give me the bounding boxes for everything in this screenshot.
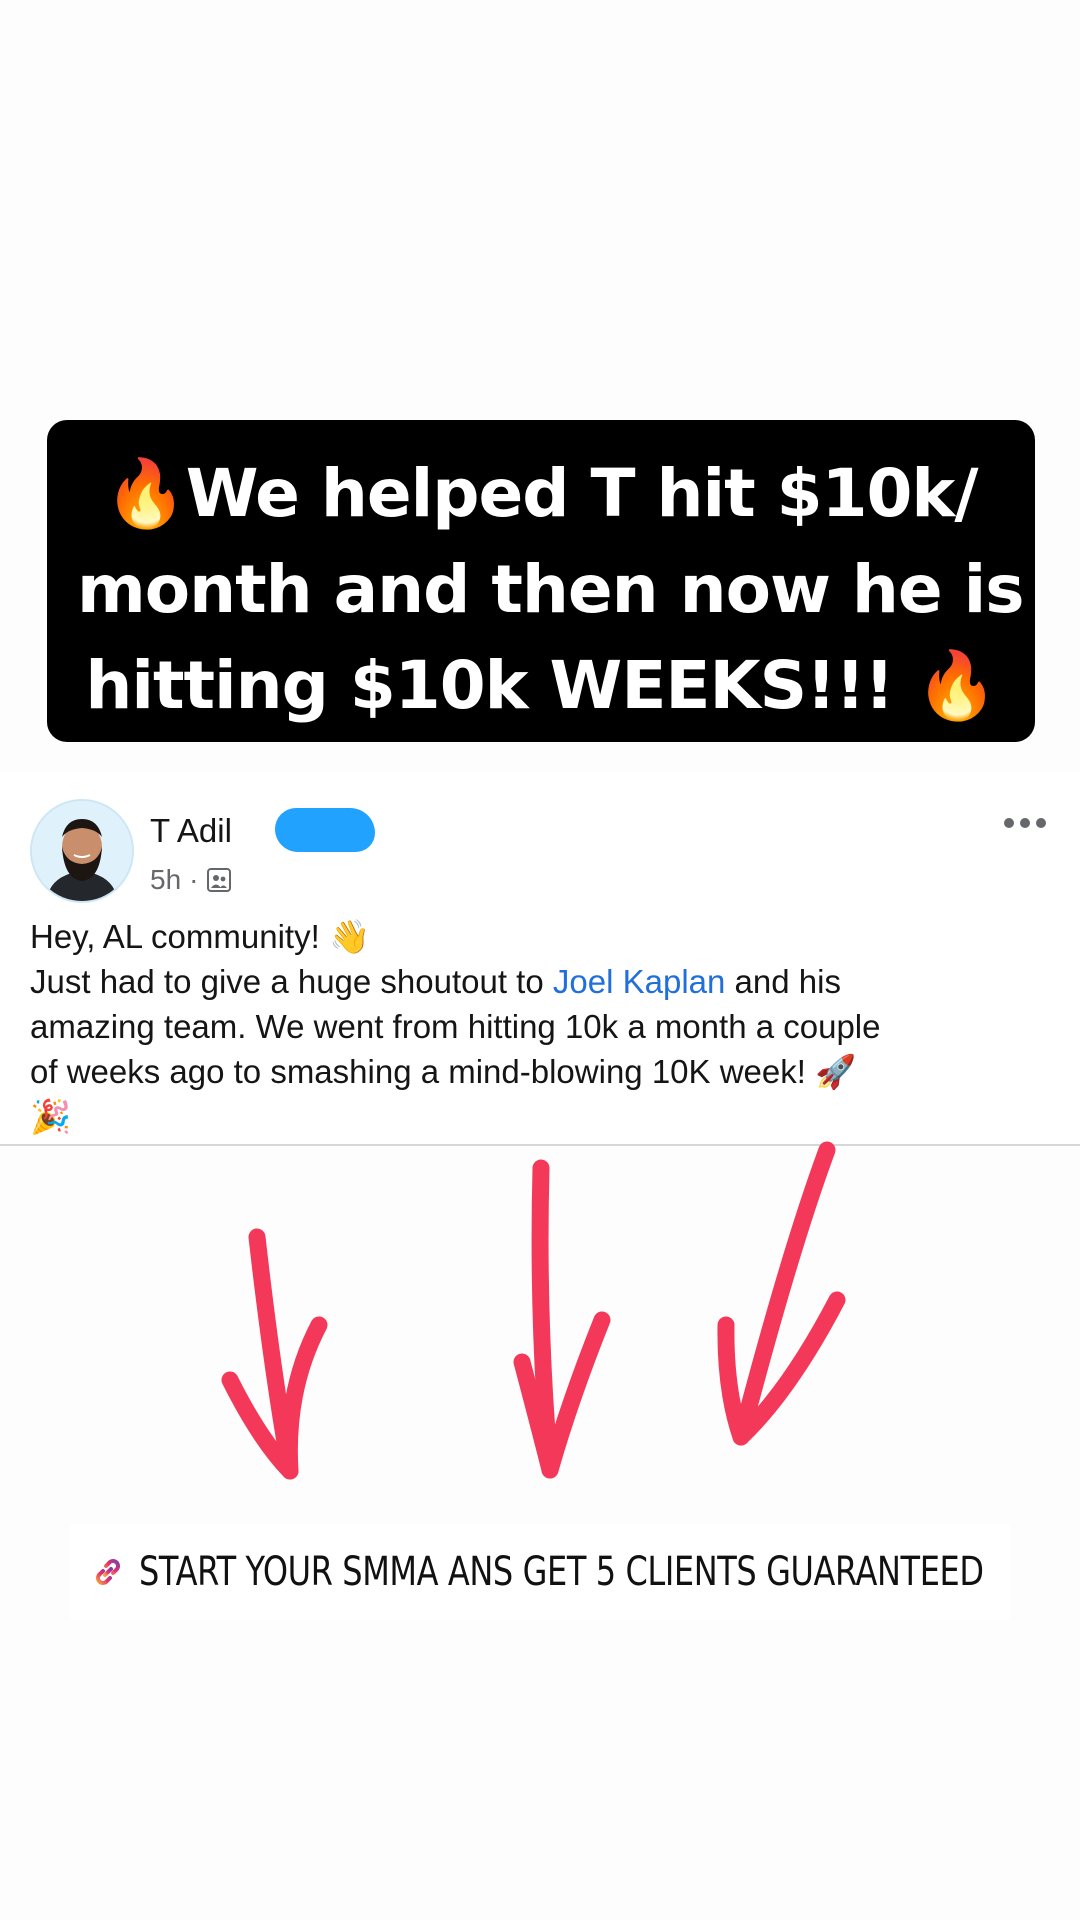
shoutout-text-end: and his <box>725 963 841 1000</box>
author-name[interactable]: T Adil <box>150 812 232 850</box>
post-line-3: amazing team. We went from hitting 10k a… <box>30 1008 881 1045</box>
meta-separator: · <box>189 864 199 895</box>
fire-icon: 🔥 <box>915 647 997 724</box>
group-icon[interactable] <box>206 867 232 893</box>
post-line-2: Just had to give a huge shoutout to Joel… <box>30 959 1060 1004</box>
post-line-4-text: of weeks ago to smashing a mind-blowing … <box>30 1053 806 1090</box>
redaction-scribble <box>275 808 375 852</box>
post-line-1: Hey, AL community! 👋 <box>30 914 1060 959</box>
headline-banner: 🔥We helped T hit $10k/ month and then no… <box>47 420 1035 742</box>
arrow-annotations <box>221 1141 846 1480</box>
post-body: Hey, AL community! 👋 Just had to give a … <box>30 914 1060 1139</box>
mention-link[interactable]: Joel Kaplan <box>553 963 725 1000</box>
link-icon <box>96 1559 120 1585</box>
shoutout-text: Just had to give a huge shoutout to <box>30 963 553 1000</box>
arrow-icon <box>531 1159 611 1479</box>
party-popper-icon: 🎉 <box>30 1097 72 1136</box>
cta-text[interactable]: START YOUR SMMA ANS GET 5 CLIENTS GUARAN… <box>139 1549 984 1595</box>
headline-text-1: We helped T hit $10k/ <box>185 455 979 532</box>
arrow-icon <box>732 1141 846 1446</box>
rocket-icon: 🚀 <box>815 1052 857 1091</box>
story-canvas: 🔥We helped T hit $10k/ month and then no… <box>0 0 1080 1920</box>
post-line-4: of weeks ago to smashing a mind-blowing … <box>30 1049 1060 1094</box>
avatar <box>30 799 134 903</box>
cta-banner[interactable]: START YOUR SMMA ANS GET 5 CLIENTS GUARAN… <box>70 1524 1010 1620</box>
more-options-icon[interactable] <box>1003 816 1047 830</box>
headline-line-1: 🔥We helped T hit $10k/ <box>77 446 1005 542</box>
headline-line-2: month and then now he is <box>77 551 1025 628</box>
post-time[interactable]: 5h <box>150 864 181 896</box>
greeting-text: Hey, AL community! <box>30 918 320 955</box>
post-line-5: 🎉 <box>30 1094 1060 1139</box>
fire-icon: 🔥 <box>104 455 187 532</box>
waving-hand-icon: 👋 <box>328 917 371 956</box>
headline-line-3: hitting $10k WEEKS!!! 🔥 <box>77 638 1005 734</box>
headline-text-3: hitting $10k WEEKS!!! <box>85 647 894 724</box>
post-screenshot: T Adil 5h · Hey, AL community! 👋 Just ha <box>0 772 1080 1145</box>
post-meta: 5h · <box>150 864 232 896</box>
